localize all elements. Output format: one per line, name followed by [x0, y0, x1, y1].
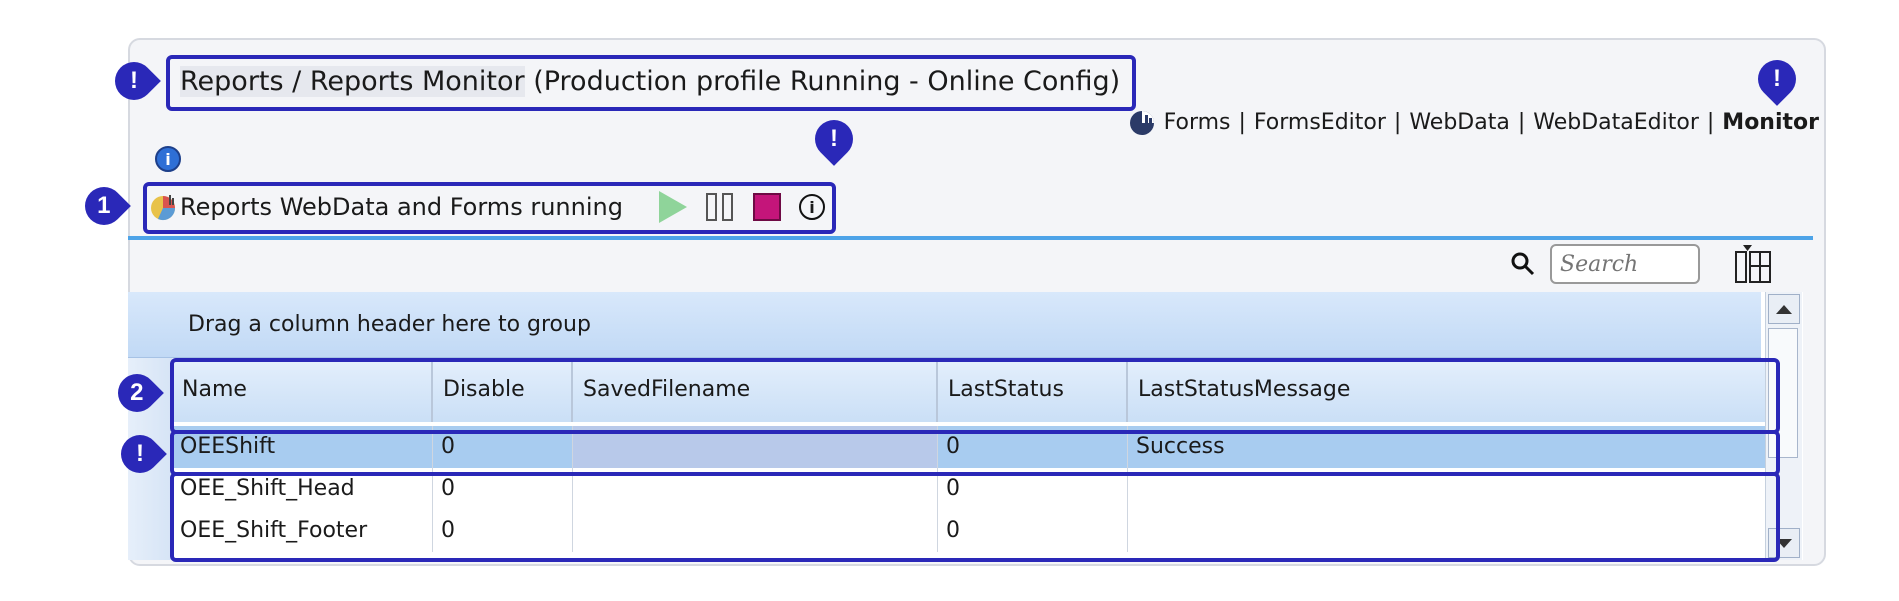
scroll-thumb[interactable] — [1768, 328, 1798, 458]
step-marker-1: 1 — [77, 179, 131, 233]
stop-button[interactable] — [752, 193, 781, 221]
table-row[interactable]: OEEShift 0 0 Success — [172, 426, 1776, 468]
piechart-icon — [151, 195, 176, 221]
marker-text: ! — [830, 125, 838, 152]
table-row[interactable]: OEE_Shift_Head 0 0 — [172, 468, 1776, 510]
cell-laststatusmessage[interactable] — [1128, 510, 1776, 552]
marker-text: ! — [136, 440, 144, 467]
search-input[interactable] — [1550, 244, 1700, 284]
cell-name[interactable]: OEEShift — [172, 426, 433, 468]
reports-grid: Drag a column header here to group Name … — [128, 292, 1803, 560]
toolbar-divider — [128, 236, 1813, 240]
column-header-disable[interactable]: Disable — [433, 358, 573, 422]
marker-text: 1 — [97, 191, 111, 219]
nav-link-formseditor[interactable]: FormsEditor — [1254, 108, 1386, 138]
play-button[interactable] — [658, 191, 687, 223]
column-header-laststatusmessage[interactable]: LastStatusMessage — [1128, 358, 1776, 422]
nav-link-forms[interactable]: Forms — [1164, 108, 1231, 138]
group-panel[interactable]: Drag a column header here to group — [128, 292, 1761, 358]
profile-status: (Production profile Running - Online Con… — [524, 66, 1121, 97]
vertical-scrollbar[interactable] — [1765, 292, 1802, 560]
cell-laststatus[interactable]: 0 — [938, 468, 1128, 510]
chevron-up-icon — [1776, 304, 1792, 314]
nav-sep: | — [1517, 110, 1526, 135]
pause-button[interactable] — [705, 192, 735, 222]
scroll-up-button[interactable] — [1768, 294, 1800, 324]
cell-disable[interactable]: 0 — [433, 510, 573, 552]
nav-sep: | — [1238, 110, 1246, 135]
cell-laststatusmessage[interactable] — [1128, 468, 1776, 510]
marker-text: ! — [1773, 65, 1781, 92]
breadcrumb[interactable]: Reports / Reports Monitor — [180, 66, 525, 97]
chevron-down-icon — [1776, 538, 1792, 548]
cell-laststatus[interactable]: 0 — [938, 426, 1128, 468]
search-area — [1510, 244, 1772, 284]
grid-header: Name Disable SavedFilename LastStatus La… — [172, 358, 1776, 422]
toolbar-status-label: Reports WebData and Forms running — [180, 193, 623, 221]
table-row[interactable]: OEE_Shift_Footer 0 0 — [172, 510, 1776, 552]
nav-link-webdataeditor[interactable]: WebDataEditor — [1533, 108, 1699, 138]
cell-disable[interactable]: 0 — [433, 468, 573, 510]
nav-link-monitor[interactable]: Monitor — [1722, 108, 1819, 138]
cell-savedfilename[interactable] — [573, 426, 938, 468]
search-icon[interactable] — [1510, 251, 1536, 277]
app-logo-icon — [1129, 111, 1154, 135]
cell-disable[interactable]: 0 — [433, 426, 573, 468]
cell-name[interactable]: OEE_Shift_Footer — [172, 510, 433, 552]
cell-laststatus[interactable]: 0 — [938, 510, 1128, 552]
cell-name[interactable]: OEE_Shift_Head — [172, 468, 433, 510]
column-header-name[interactable]: Name — [172, 358, 433, 422]
column-chooser-icon[interactable] — [1734, 244, 1772, 284]
nav-links: Forms | FormsEditor | WebData | WebDataE… — [1128, 108, 1819, 138]
nav-sep: | — [1706, 110, 1715, 135]
cell-savedfilename[interactable] — [573, 510, 938, 552]
column-header-laststatus[interactable]: LastStatus — [938, 358, 1128, 422]
reports-toolbar: Reports WebData and Forms running i — [150, 186, 825, 228]
info-circle-icon[interactable]: i — [798, 194, 825, 220]
marker-text: ! — [130, 67, 138, 94]
info-icon[interactable]: i — [155, 146, 181, 172]
marker-text: 2 — [130, 378, 144, 406]
nav-link-webdata[interactable]: WebData — [1409, 108, 1510, 138]
cell-laststatusmessage[interactable]: Success — [1128, 426, 1776, 468]
scroll-down-button[interactable] — [1768, 528, 1800, 558]
cell-savedfilename[interactable] — [573, 468, 938, 510]
page-title: Reports / Reports Monitor (Production pr… — [180, 64, 1120, 100]
nav-sep: | — [1393, 110, 1402, 135]
column-header-savedfilename[interactable]: SavedFilename — [573, 358, 938, 422]
